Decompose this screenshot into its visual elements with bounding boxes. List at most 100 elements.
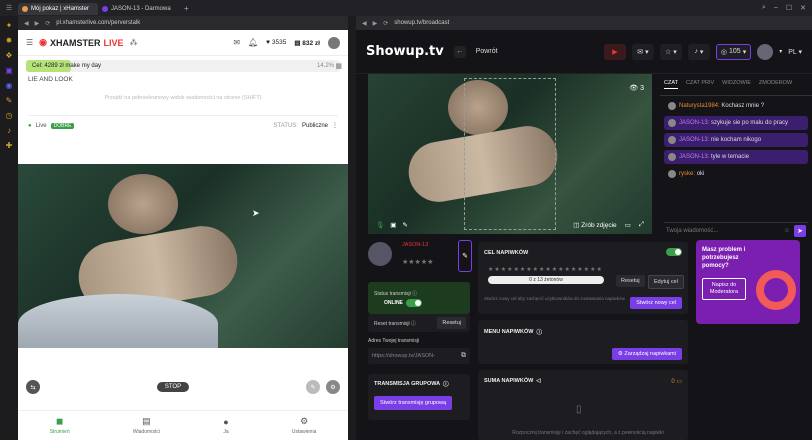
sidebar-compass-icon[interactable]: ✹ (4, 36, 14, 46)
avatar-chevron-icon[interactable]: ▾ (779, 48, 782, 55)
online-toggle[interactable]: ONLINE (384, 299, 422, 307)
tab-moderated[interactable]: ZMODEROW (759, 80, 792, 89)
hearts-counter[interactable]: ♥ 3535 (266, 39, 286, 46)
microphone-icon[interactable]: ✎ (305, 380, 320, 394)
new-tab-icon[interactable]: + (184, 4, 189, 13)
hearts-value: 3535 (271, 39, 287, 46)
mail-button[interactable]: ✉ ▾ (631, 43, 654, 60)
hamburger-icon[interactable]: ☰ (26, 38, 33, 47)
tab-chat[interactable]: CZAT (664, 80, 678, 89)
back-link[interactable]: Powrót (476, 48, 498, 55)
fullscreen-icon[interactable]: ⤢ (639, 221, 644, 229)
chat-input[interactable]: Twoja wiadomość... ☺ ➤ (664, 222, 808, 238)
copy-icon[interactable]: ⧉ (461, 352, 466, 360)
reload-icon[interactable]: ⟳ (383, 20, 388, 27)
minimize-icon[interactable]: – (774, 4, 778, 12)
language-select[interactable]: PL ▾ (788, 48, 802, 56)
nav-messages[interactable]: ▤ Wiadomości (133, 416, 160, 435)
message-text: szykuje sie po malu do pracy (711, 120, 789, 126)
snapshot-button[interactable]: ◫ Zrób zdjęcie (573, 221, 616, 229)
switch-camera-icon[interactable]: ⇆ (26, 380, 40, 394)
create-group-button[interactable]: Stwórz transmisję grupową (374, 396, 453, 410)
message-user[interactable]: ryske: (679, 171, 695, 177)
chat-message[interactable]: ryske: oki (664, 167, 808, 181)
address-field[interactable]: https://showup.tv/JASON- ⧉ (368, 348, 470, 364)
chat-message[interactable]: JASON-13: szykuje sie po malu do pracy (664, 116, 808, 130)
edit-profile-icon[interactable]: ✎ (458, 240, 472, 272)
back-arrow-icon[interactable]: ◀ (24, 20, 29, 27)
message-user[interactable]: JASON-13: (679, 137, 709, 143)
more-options-icon[interactable]: ⋮ (332, 122, 338, 129)
chat-message[interactable]: Naturysta1984: Kochasz mnie ? (664, 99, 808, 113)
browser-menu-icon[interactable]: ☰ (0, 0, 18, 16)
token-balance[interactable]: ▤ 832 zł (294, 39, 320, 47)
message-user[interactable]: Naturysta1984: (679, 103, 720, 109)
token-balance-button[interactable]: ◎ 105 ▾ (715, 43, 752, 60)
pencil-icon[interactable]: ✎ (402, 221, 407, 229)
sidebar-puzzle-icon[interactable]: ✚ (4, 141, 14, 151)
pip-icon[interactable]: ▭ (625, 221, 631, 229)
screen-share-icon[interactable]: ▣ (390, 221, 396, 229)
send-icon[interactable]: ➤ (794, 224, 806, 237)
manage-tips-button[interactable]: ⚙ Zarządzaj napiwkami (611, 348, 682, 360)
goal-bar[interactable]: Cel: 4289 zł make my day 14.2% (26, 60, 340, 72)
settings-gear-icon[interactable]: ⚙ (325, 380, 340, 394)
sidebar-edit-icon[interactable]: ✎ (4, 96, 14, 106)
maximize-icon[interactable]: ☐ (786, 4, 792, 12)
avatar[interactable] (328, 36, 340, 49)
forward-arrow-icon[interactable]: ▶ (373, 20, 378, 27)
browser-tab-xhamster[interactable]: Mój pokaz | xHamster (18, 3, 98, 15)
nav-stream[interactable]: ◼ Strumień (50, 416, 70, 435)
microphone-icon[interactable]: 🎙︎ (376, 221, 384, 229)
favorites-button[interactable]: ☆ ▾ (659, 43, 682, 60)
back-icon[interactable]: ← (453, 45, 466, 58)
reset-button[interactable]: Resetuj (437, 317, 466, 329)
toggle-switch[interactable] (405, 299, 422, 307)
broadcast-video[interactable]: ➤ (18, 164, 348, 348)
tip-goal-toggle[interactable] (666, 248, 682, 256)
chat-message[interactable]: JASON-13: tyle w temacie (664, 150, 808, 164)
sidebar-twitch-icon[interactable]: ▣ (4, 66, 14, 76)
reload-icon[interactable]: ⟳ (45, 20, 50, 27)
url-text[interactable]: pl.xhamsterlive.com/perverstalk (56, 20, 140, 26)
message-user[interactable]: JASON-13: (679, 154, 709, 160)
message-user[interactable]: JASON-13: (679, 120, 709, 126)
sidebar-star-icon[interactable]: ✦ (4, 21, 14, 31)
bell-icon[interactable]: 🔔︎ (248, 38, 258, 47)
right-address-bar[interactable]: ◀ ▶ ⟳ showup.tv/broadcast (356, 16, 812, 30)
nav-profile[interactable]: ● Ja (223, 417, 228, 435)
sidebar-bookmark-icon[interactable]: ❖ (4, 51, 14, 61)
chat-message[interactable]: JASON-13: nie kocham nikogo (664, 133, 808, 147)
tip-reset-button[interactable]: Resetuj (616, 275, 645, 287)
split-divider[interactable] (348, 16, 356, 440)
showup-logo[interactable]: Showup.tv (366, 44, 444, 59)
gallery-icon[interactable]: ▦ (335, 62, 342, 70)
browser-tab-showup[interactable]: JASON-13 - Darmowa (98, 3, 180, 15)
notifications-button[interactable]: ♪ ▾ (687, 43, 710, 60)
contact-moderator-button[interactable]: Napisz do Moderatora (702, 278, 746, 300)
chat-icon[interactable]: ✉ (233, 38, 240, 47)
tab-viewers[interactable]: WIDZOWIE (722, 80, 751, 89)
new-goal-button[interactable]: Stwórz nowy cel (630, 297, 682, 309)
sidebar-discord-icon[interactable]: ◉ (4, 81, 14, 91)
back-arrow-icon[interactable]: ◀ (362, 20, 367, 27)
emoji-icon[interactable]: ☺ (784, 228, 790, 234)
nav-settings[interactable]: ⚙ Ustawienia (292, 416, 316, 435)
stop-button[interactable]: STOP (156, 382, 190, 392)
edit-goal-button[interactable]: Edytuj cel (648, 275, 684, 289)
url-text[interactable]: showup.tv/broadcast (394, 20, 449, 26)
left-address-bar[interactable]: ◀ ▶ ⟳ pl.xhamsterlive.com/perverstalk (18, 16, 348, 30)
record-button[interactable]: ▶ (603, 43, 626, 60)
grid-icon[interactable]: ⁂ (130, 38, 138, 47)
forward-arrow-icon[interactable]: ▶ (35, 20, 40, 27)
xhamster-logo[interactable]: ◉ XHAMSTER LIVE (39, 37, 123, 48)
search-icon[interactable]: ⌕ (762, 4, 766, 12)
profile-avatar[interactable] (368, 242, 392, 266)
sidebar-clock-icon[interactable]: ◷ (4, 111, 14, 121)
status-value[interactable]: Publiczne (302, 123, 328, 129)
close-icon[interactable]: ✕ (800, 4, 806, 12)
avatar[interactable] (757, 43, 774, 60)
sidebar-music-icon[interactable]: ♪ (4, 126, 14, 136)
preview-video[interactable]: 👁︎ 3 🎙︎ ▣ ✎ ◫ Zrób zdjęcie ▭ ⤢ (368, 74, 652, 234)
tab-chat-priv[interactable]: CZAT PRIV (686, 80, 714, 89)
